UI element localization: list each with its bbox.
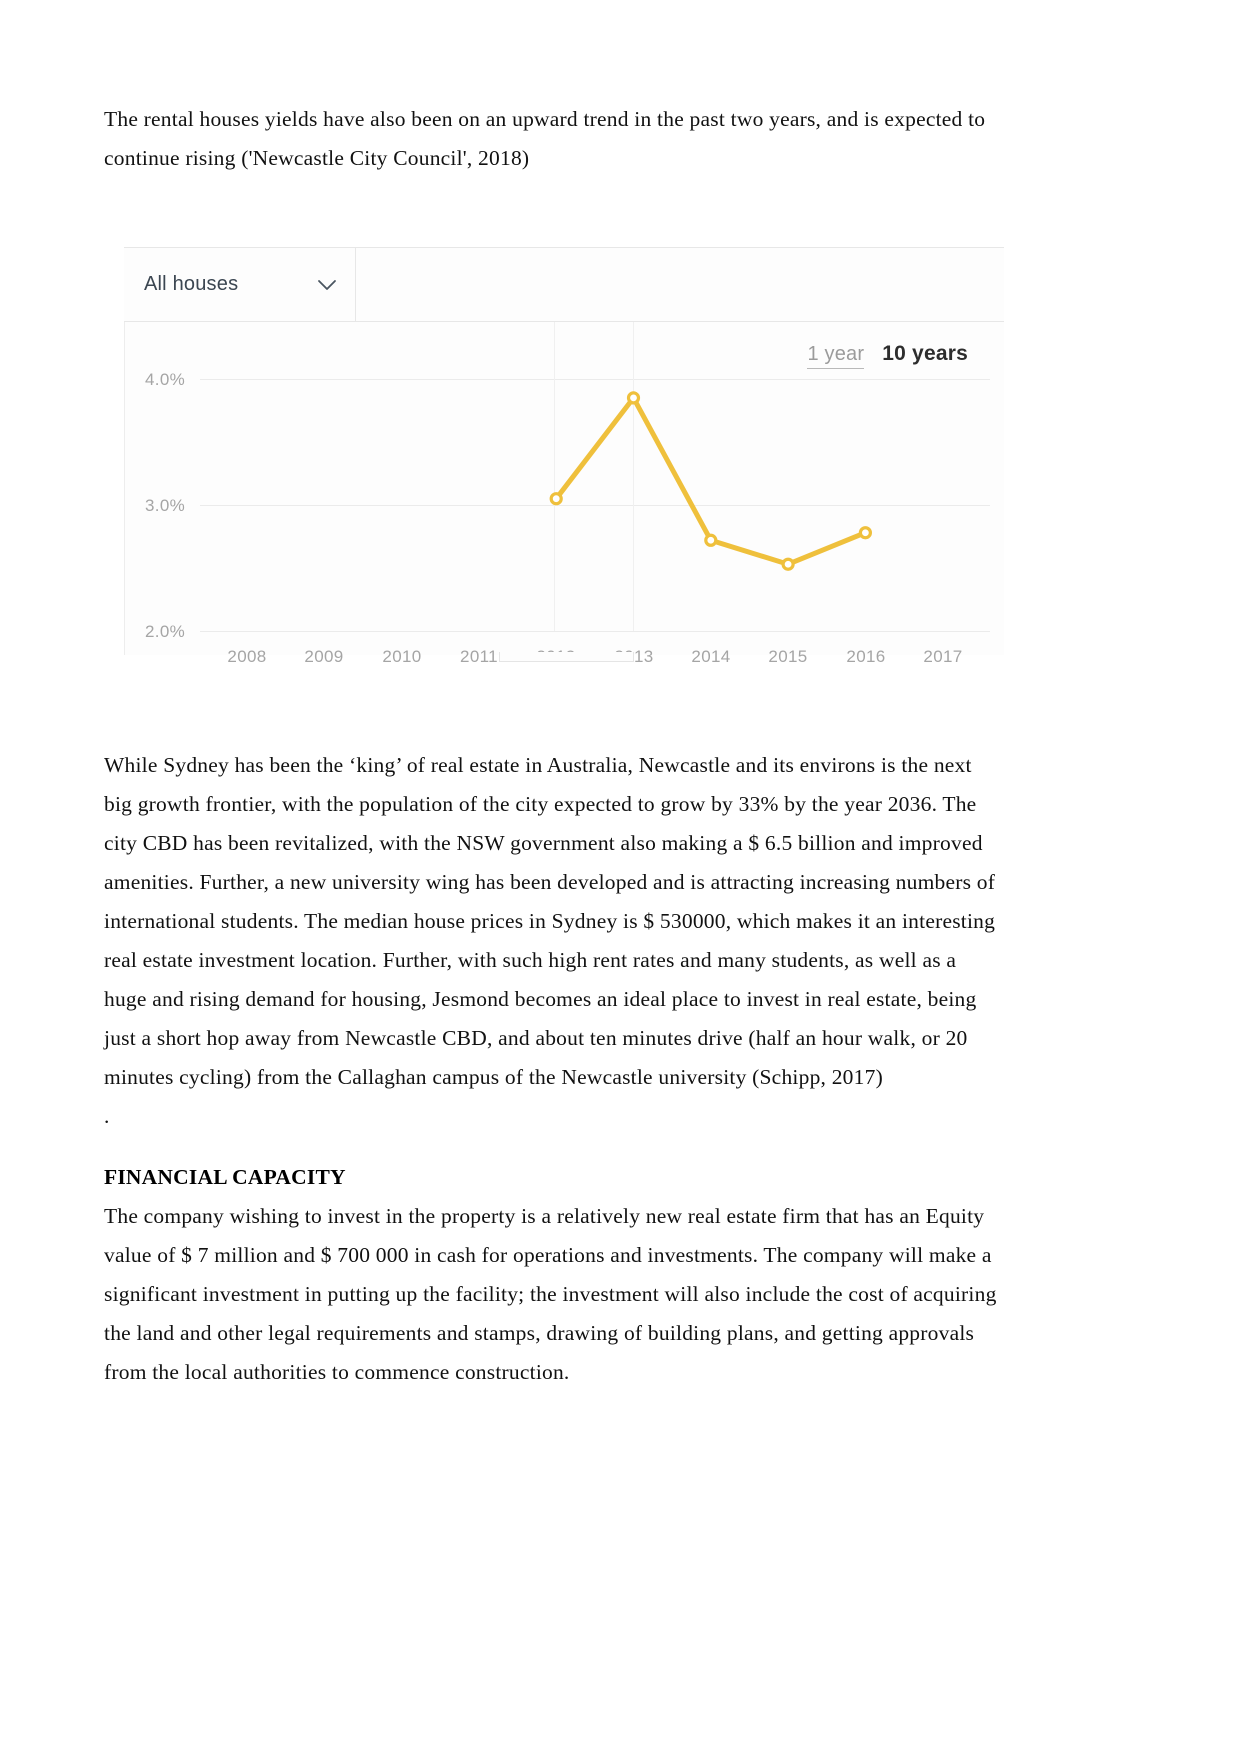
document-body: The rental houses yields have also been … <box>104 100 1004 178</box>
chart-area: 1 year 10 years 4.0% 3.0% 2.0% 2008 2009… <box>124 322 1005 666</box>
widget-bottom-tab <box>499 652 634 662</box>
chevron-down-icon <box>317 278 337 292</box>
paragraph-sydney-newcastle: While Sydney has been the ‘king’ of real… <box>104 753 996 1089</box>
plot-region: 4.0% 3.0% 2.0% 2008 2009 2010 2011 2012 … <box>125 322 1005 666</box>
paragraph-period: . <box>104 1104 110 1128</box>
paragraph-rental-yields: The rental houses yields have also been … <box>104 107 986 170</box>
document-body-lower: While Sydney has been the ‘king’ of real… <box>104 746 1004 1392</box>
property-type-dropdown-value: All houses <box>144 273 239 295</box>
widget-toolbar: All houses <box>124 247 1004 322</box>
paragraph-financial-capacity: The company wishing to invest in the pro… <box>104 1204 997 1384</box>
heading-financial-capacity: FINANCIAL CAPACITY <box>104 1165 346 1189</box>
line-series <box>549 391 873 571</box>
rental-yield-chart-widget: All houses 1 year 10 years 4.0% 3.0% 2.0… <box>124 247 1005 666</box>
document-page: The rental houses yields have also been … <box>0 0 1241 1754</box>
property-type-dropdown[interactable]: All houses <box>124 248 356 321</box>
